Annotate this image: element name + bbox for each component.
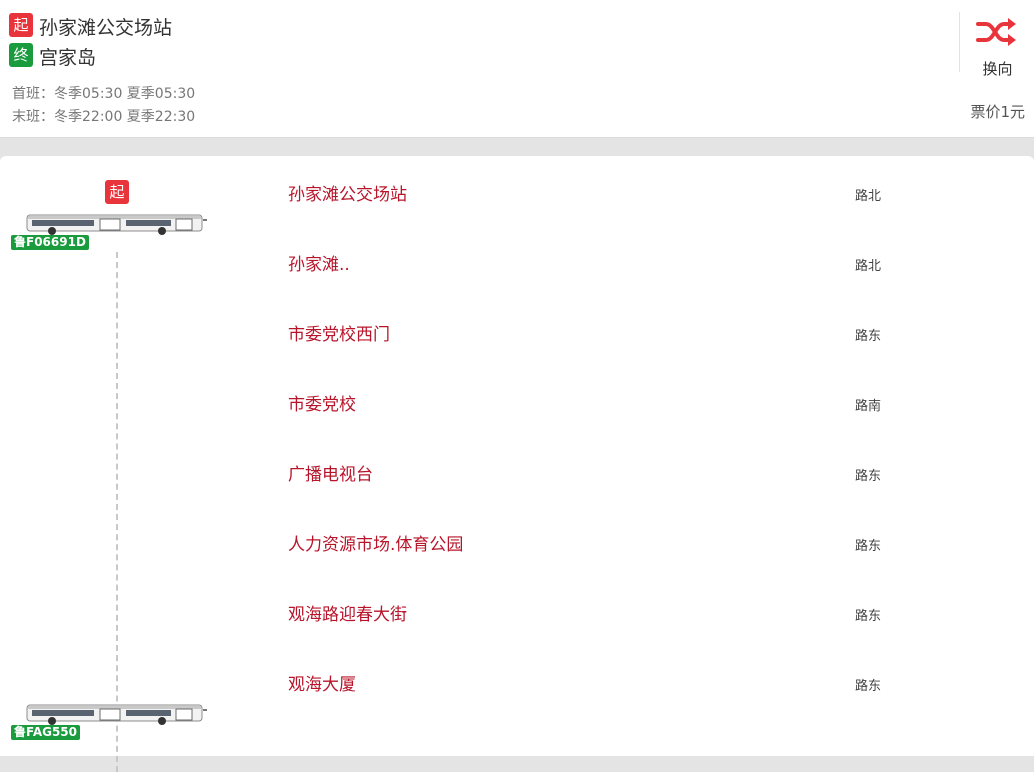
station-item[interactable]: 市委党校 路南 bbox=[0, 393, 1034, 463]
station-item[interactable]: 孙家滩.. 路北 bbox=[0, 253, 1034, 323]
station-item[interactable]: 人力资源市场.体育公园 路东 bbox=[0, 533, 1034, 603]
last-bus-time: 末班：冬季22:00 夏季22:30 bbox=[12, 109, 196, 125]
station-name: 观海路迎春大街 bbox=[288, 605, 407, 625]
fare-label: 票价1元 bbox=[970, 103, 1025, 121]
station-direction: 路南 bbox=[855, 399, 882, 414]
shuffle-icon bbox=[976, 18, 1016, 46]
station-item[interactable]: 市委党校西门 路东 bbox=[0, 323, 1034, 393]
station-item[interactable]: 观海大厦 路东 bbox=[0, 673, 1034, 743]
end-badge: 终 bbox=[9, 43, 33, 67]
station-direction: 路东 bbox=[855, 539, 882, 554]
end-stop-name: 宫家岛 bbox=[39, 47, 97, 69]
station-item[interactable]: 观海路迎春大街 路东 bbox=[0, 603, 1034, 673]
station-name: 孙家滩公交场站 bbox=[288, 185, 407, 205]
station-direction: 路北 bbox=[855, 259, 882, 274]
station-item[interactable]: 孙家滩公交场站 路北 bbox=[0, 183, 1034, 253]
station-name: 市委党校西门 bbox=[288, 325, 390, 345]
start-stop-name: 孙家滩公交场站 bbox=[39, 17, 173, 39]
start-badge: 起 bbox=[9, 13, 33, 37]
first-bus-time: 首班：冬季05:30 夏季05:30 bbox=[12, 86, 196, 102]
station-name: 孙家滩.. bbox=[288, 255, 350, 275]
station-direction: 路北 bbox=[855, 189, 882, 204]
station-name: 观海大厦 bbox=[288, 675, 356, 695]
station-direction: 路东 bbox=[855, 329, 882, 344]
station-name: 广播电视台 bbox=[288, 465, 373, 485]
station-list: 起 鲁F06691D 鲁FAG550 孙家滩公交场站 路北 孙家滩.. 路北 市… bbox=[0, 156, 1034, 772]
station-direction: 路东 bbox=[855, 469, 882, 484]
switch-direction-label: 换向 bbox=[982, 60, 1013, 78]
route-header: 起 孙家滩公交场站 终 宫家岛 首班：冬季05:30 夏季05:30 末班：冬季… bbox=[0, 0, 1034, 138]
station-item[interactable]: 广播电视台 路东 bbox=[0, 463, 1034, 533]
station-name: 人力资源市场.体育公园 bbox=[288, 535, 464, 555]
station-name: 市委党校 bbox=[288, 395, 356, 415]
switch-direction-button[interactable]: 换向 bbox=[959, 12, 1034, 78]
station-direction: 路东 bbox=[855, 609, 882, 624]
station-direction: 路东 bbox=[855, 679, 882, 694]
